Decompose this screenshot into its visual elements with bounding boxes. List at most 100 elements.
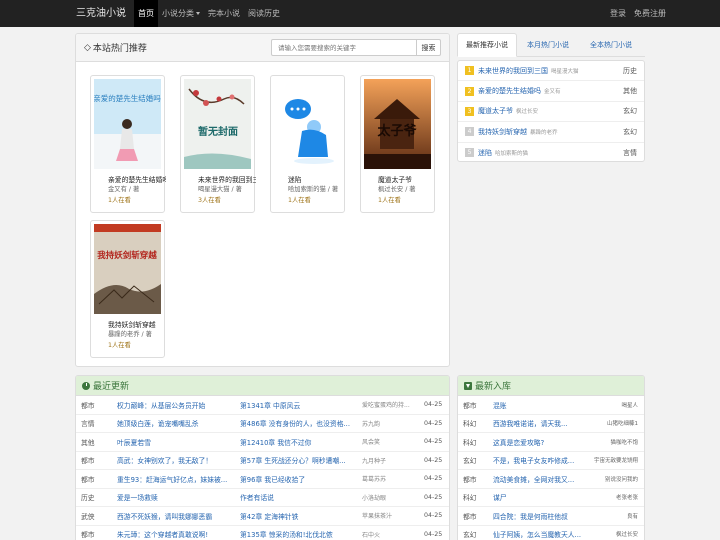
- book-cover[interactable]: [274, 79, 341, 169]
- rank-title[interactable]: 亲爱的楚先生结婚吗: [478, 86, 541, 96]
- row-chapter[interactable]: 第42章 定海神针铁: [240, 511, 358, 521]
- book-title[interactable]: 亲爱的楚先生结婚吗: [108, 174, 166, 184]
- rank-category: 其他: [623, 87, 637, 96]
- nav-item-categories-label: 小说分类: [162, 9, 194, 18]
- row-title[interactable]: 混账: [493, 400, 583, 410]
- updates-list: 都市 权力巅峰：从基层公务员开始 第1341章 中原风云 爱吃蜜蛋鸡的持... 04-2…: [76, 396, 449, 540]
- register-link[interactable]: 免费注册: [630, 0, 670, 27]
- row-category[interactable]: 科幻: [463, 437, 477, 447]
- rank-title[interactable]: 未来世界的我回到三国: [478, 66, 548, 76]
- row-title[interactable]: 叶辰夏若雪: [117, 437, 235, 447]
- row-category[interactable]: 科幻: [463, 492, 477, 502]
- row-chapter[interactable]: 第486章 没有身份的人，也没资格...: [240, 418, 358, 428]
- table-row: 都市 朱元璋：这个穿越者真敢说啊! 第135章 惊采的汤和!北伐北侬 石中火 04-25: [76, 526, 449, 540]
- site-brand[interactable]: 三克油小说: [0, 0, 134, 27]
- row-category[interactable]: 都市: [81, 400, 95, 410]
- row-title[interactable]: 不是，我电子女友咋修成...: [493, 455, 583, 465]
- row-title[interactable]: 爱是一场救赎: [117, 492, 235, 502]
- list-item[interactable]: 3 魔道太子爷 枫过长安 玄幻: [458, 102, 644, 123]
- row-title[interactable]: 仙子阿姨，怎么当魔教天人...: [493, 529, 583, 539]
- row-chapter[interactable]: 作者有话说: [240, 492, 358, 502]
- table-row: 其他 叶辰夏若雪 第12410章 我信不过你 风会笑 04-25: [76, 433, 449, 452]
- row-chapter[interactable]: 第135章 惊采的汤和!北伐北侬: [240, 529, 358, 539]
- book-readers: 1人在看: [108, 342, 131, 349]
- row-author: 小洛劫眼: [362, 494, 387, 502]
- row-title[interactable]: 这真是恋爱攻略?: [493, 437, 583, 447]
- row-title[interactable]: 谋尸: [493, 492, 583, 502]
- row-title[interactable]: 四合院：我是何雨柱他叔: [493, 511, 583, 521]
- row-title[interactable]: 流动美食摊，全网对我又...: [493, 474, 583, 484]
- row-category[interactable]: 都市: [81, 474, 95, 484]
- row-title[interactable]: 西游不死妖猴，请叫我娜娜恶霸: [117, 511, 235, 521]
- row-category[interactable]: 都市: [81, 529, 95, 539]
- table-row: 都市 高武：女神别欢了，我无敌了！ 第57章 生死战还分心？啊秒遭嘲... 九月种子 0…: [76, 452, 449, 470]
- nav-item-categories[interactable]: 小说分类: [158, 0, 204, 27]
- table-row: 都市 重生93：赶海运气好亿点，妹妹被... 第96章 我已经收拾了 葛葛苏苏 04-2…: [76, 470, 449, 489]
- table-row: 武侠 西游不死妖猴，请叫我娜娜恶霸 第42章 定海神针铁 苹果抹茶汁 04-25: [76, 507, 449, 526]
- newbooks-title: 最新入库: [475, 382, 512, 392]
- row-category[interactable]: 都市: [81, 455, 95, 465]
- rank-title[interactable]: 迷陷: [478, 148, 492, 158]
- login-link[interactable]: 登录: [606, 0, 630, 27]
- list-item[interactable]: 4 我持妖剑斩穿越 暴躁的老乔 玄幻: [458, 122, 644, 143]
- row-title[interactable]: 高武：女神别欢了，我无敌了！: [117, 455, 235, 465]
- row-date: 04-25: [424, 512, 443, 520]
- table-row: 都市 权力巅峰：从基层公务员开始 第1341章 中原风云 爱吃蜜蛋鸡的持... 04-2…: [76, 396, 449, 415]
- row-title[interactable]: 西游我唯诺诺，请天我...: [493, 418, 583, 428]
- search-button[interactable]: 搜索: [417, 39, 441, 56]
- row-chapter[interactable]: 第57章 生死战还分心？啊秒遭嘲...: [240, 455, 358, 465]
- tab-monthly-hot[interactable]: 本月热门小说: [517, 33, 579, 57]
- rank-number: 5: [465, 148, 474, 158]
- rank-category: 玄幻: [623, 107, 637, 116]
- cover-text: 暂无封面: [198, 125, 238, 138]
- row-category[interactable]: 都市: [463, 474, 477, 484]
- book-cover[interactable]: 太子爷: [364, 79, 431, 169]
- rank-title[interactable]: 魔道太子爷: [478, 106, 513, 116]
- search-input[interactable]: [271, 39, 417, 56]
- clock-icon: [82, 381, 90, 390]
- rank-title[interactable]: 我持妖剑斩穿越: [478, 127, 527, 137]
- row-title[interactable]: 权力巅峰：从基层公务员开始: [117, 400, 235, 410]
- row-category[interactable]: 历史: [81, 492, 95, 502]
- nav-item-home[interactable]: 首页: [134, 0, 158, 27]
- tab-latest-recommend[interactable]: 最新推荐小说: [457, 33, 517, 57]
- row-category[interactable]: 言情: [81, 418, 95, 428]
- list-item[interactable]: 5 迷陷 哈加索斯的猫 言情: [458, 143, 644, 161]
- row-category[interactable]: 其他: [81, 437, 95, 447]
- recent-updates-panel: 最近更新 都市 权力巅峰：从基层公务员开始 第1341章 中原风云 爱吃蜜蛋鸡的持..…: [75, 375, 450, 540]
- row-title[interactable]: 她顶级白莲，诡宠嘴嘴乱杀: [117, 418, 235, 428]
- nav-item-history[interactable]: 阅读历史: [244, 0, 284, 27]
- nav-right: 登录 免费注册: [606, 0, 720, 27]
- book-card[interactable]: 暂无封面 未来世界的我回到三国 喝星漫大猫 / 著 3人在看: [180, 75, 256, 213]
- row-chapter[interactable]: 第96章 我已经收拾了: [240, 474, 358, 484]
- book-title[interactable]: 魔道太子爷: [378, 174, 436, 184]
- row-category[interactable]: 武侠: [81, 511, 95, 521]
- row-title[interactable]: 朱元璋：这个穿越者真敢说啊!: [117, 529, 235, 539]
- book-cover[interactable]: 我持妖剑斩穿越: [94, 224, 161, 314]
- book-card[interactable]: 亲爱的楚先生结婚吗 亲爱的楚先生结婚吗 金又有 / 著 1人在看: [90, 75, 166, 213]
- row-chapter[interactable]: 第12410章 我信不过你: [240, 437, 358, 447]
- row-author: 山猪吃细糠1: [607, 421, 638, 428]
- book-cover[interactable]: 亲爱的楚先生结婚吗: [94, 79, 161, 169]
- row-author: 宇宙无敌要龙饶翔: [593, 458, 638, 465]
- book-card[interactable]: 太子爷 魔道太子爷 枫过长安 / 著 1人在看: [360, 75, 435, 213]
- row-chapter[interactable]: 第1341章 中原风云: [240, 400, 358, 410]
- row-category[interactable]: 都市: [463, 400, 477, 410]
- book-title[interactable]: 未来世界的我回到三国: [198, 174, 256, 184]
- book-card[interactable]: 我持妖剑斩穿越 我持妖剑斩穿越 暴躁的老乔 / 著 1人在看: [90, 220, 165, 358]
- list-item: 都市 混账 喝星人: [458, 396, 644, 415]
- book-cover[interactable]: 暂无封面: [184, 79, 251, 169]
- row-category[interactable]: 都市: [463, 511, 477, 521]
- nav-item-completed[interactable]: 完本小说: [204, 0, 244, 27]
- rank-author: 枫过长安: [516, 109, 539, 116]
- book-card[interactable]: 迷陷 哈加索斯的猫 / 著 1人在看: [270, 75, 345, 213]
- row-title[interactable]: 重生93：赶海运气好亿点，妹妹被...: [117, 474, 235, 484]
- tab-completed-hot[interactable]: 全本热门小说: [579, 33, 643, 57]
- list-item[interactable]: 2 亲爱的楚先生结婚吗 金又有 其他: [458, 81, 644, 102]
- book-title[interactable]: 迷陷: [288, 174, 346, 184]
- row-category[interactable]: 科幻: [463, 418, 477, 428]
- book-title[interactable]: 我持妖剑斩穿越: [108, 319, 166, 329]
- list-item[interactable]: 1 未来世界的我回到三国 喝星漫大猫 历史: [458, 61, 644, 82]
- row-category[interactable]: 玄幻: [463, 529, 477, 539]
- row-category[interactable]: 玄幻: [463, 455, 477, 465]
